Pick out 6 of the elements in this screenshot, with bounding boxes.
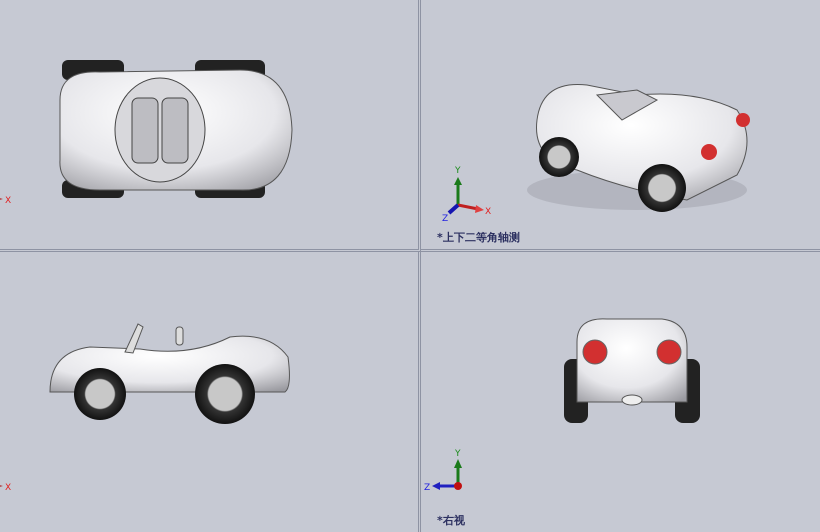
axis-triad-drawing: X <box>0 483 12 493</box>
axis-triad-drawing: Y Z <box>424 449 462 493</box>
axis-triad-drawing: Y X Z <box>442 166 492 224</box>
view-name-label: *上下二等角轴测 <box>437 230 520 245</box>
axis-triad-drawing: X <box>0 196 12 206</box>
view-name-label: *右视 <box>437 513 465 528</box>
